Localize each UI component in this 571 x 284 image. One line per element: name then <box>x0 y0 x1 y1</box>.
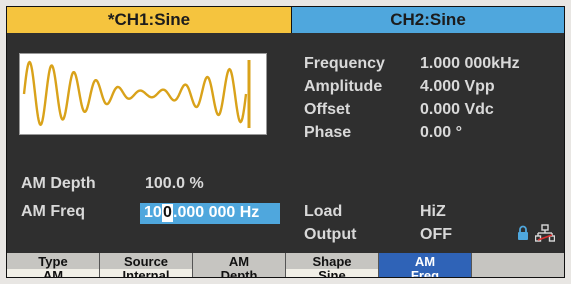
lock-icon <box>518 225 528 240</box>
softkey-am-depth-line1: AM <box>228 254 250 269</box>
amplitude-value[interactable]: 4.000 Vpp <box>420 78 495 96</box>
softkey-shape-label: Shape <box>312 254 352 269</box>
waveform-preview <box>19 53 267 135</box>
offset-label: Offset <box>304 101 351 118</box>
generator-display: *CH1:Sine CH2:Sine Frequency 1.000 000kH… <box>6 6 565 278</box>
waveform-trace <box>22 60 248 127</box>
output-value[interactable]: OFF <box>420 226 452 244</box>
am-freq-cursor-digit[interactable]: 0 <box>162 204 173 222</box>
frequency-value[interactable]: 1.000 000kHz <box>420 55 520 73</box>
phase-value[interactable]: 0.00 ° <box>420 124 462 142</box>
am-waveform <box>22 60 251 128</box>
output-label: Output <box>304 226 357 243</box>
softkey-type[interactable]: Type AM <box>7 253 100 277</box>
offset-value[interactable]: 0.000 Vdc <box>420 101 494 119</box>
softkey-am-freq[interactable]: AM Freq <box>379 253 472 278</box>
am-freq-prefix: 10 <box>144 204 162 221</box>
tab-ch2[interactable]: CH2:Sine <box>292 7 564 33</box>
softkey-type-label: Type <box>38 254 68 269</box>
softkey-am-freq-line1: AM <box>414 254 436 269</box>
network-icon <box>535 224 555 242</box>
softkey-am-depth[interactable]: AM Depth <box>193 253 286 278</box>
am-freq-label: AM Freq <box>21 203 85 220</box>
frequency-label: Frequency <box>304 55 385 72</box>
softkey-shape[interactable]: Shape Sine <box>286 253 379 277</box>
softkey-type-value: AM <box>7 269 99 277</box>
load-value[interactable]: HiZ <box>420 203 446 221</box>
softkey-source-value: Internal <box>100 269 192 277</box>
softkey-empty[interactable] <box>472 253 564 277</box>
softkey-am-depth-line2: Depth <box>220 268 258 278</box>
phase-label: Phase <box>304 124 352 141</box>
am-freq-suffix: .000 000 Hz <box>173 204 260 221</box>
softkey-bar: Type AM Source Internal AM Depth Shape S… <box>7 253 564 278</box>
softkey-source[interactable]: Source Internal <box>100 253 193 277</box>
amplitude-label: Amplitude <box>304 78 383 95</box>
am-depth-value[interactable]: 100.0 % <box>145 175 204 193</box>
softkey-shape-value: Sine <box>286 269 378 277</box>
load-label: Load <box>304 203 343 220</box>
softkey-source-label: Source <box>123 254 169 269</box>
softkey-am-freq-line2: Freq <box>410 268 440 278</box>
am-depth-label: AM Depth <box>21 175 96 192</box>
tab-ch1[interactable]: *CH1:Sine <box>7 7 292 33</box>
am-freq-input[interactable]: 10 0 .000 000 Hz <box>140 203 280 224</box>
